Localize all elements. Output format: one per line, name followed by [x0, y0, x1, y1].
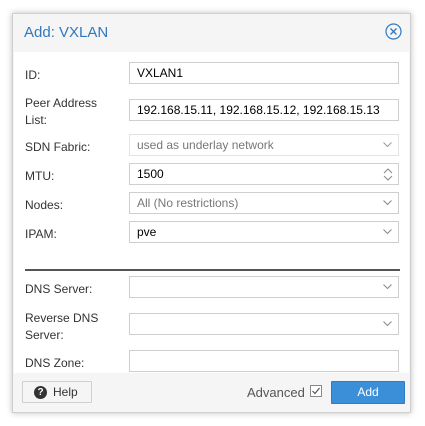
add-vxlan-dialog: Add: VXLAN ID: VXLAN1 Peer Address List:… — [12, 13, 411, 413]
chevron-down-icon[interactable] — [383, 229, 392, 235]
ipam-value: pve — [137, 225, 157, 239]
peer-address-list-value: 192.168.15.11, 192.168.15.12, 192.168.15… — [137, 103, 380, 117]
ipam-label: IPAM: — [25, 227, 57, 241]
help-button[interactable]: ? Help — [22, 381, 92, 403]
close-icon[interactable] — [385, 23, 402, 40]
section-divider — [25, 269, 400, 271]
help-button-label: Help — [53, 385, 78, 399]
peer-address-label-line2: List: — [25, 113, 48, 127]
spinner-arrows-icon[interactable] — [383, 167, 393, 182]
id-value: VXLAN1 — [137, 66, 184, 80]
dialog-footer: ? Help Advanced Add — [13, 373, 410, 412]
dns-server-label: DNS Server: — [25, 282, 93, 296]
dialog-header: Add: VXLAN — [13, 14, 410, 52]
sdn-fabric-label: SDN Fabric: — [25, 140, 91, 154]
dns-server-select[interactable] — [129, 276, 399, 298]
chevron-down-icon[interactable] — [383, 321, 392, 327]
chevron-down-icon[interactable] — [383, 142, 392, 148]
mtu-label: MTU: — [25, 169, 55, 183]
dialog-title: Add: VXLAN — [24, 24, 109, 41]
nodes-label: Nodes: — [25, 198, 64, 212]
nodes-select[interactable]: All (No restrictions) — [129, 192, 399, 214]
sdn-fabric-value: used as underlay network — [137, 138, 274, 152]
id-input[interactable]: VXLAN1 — [129, 62, 399, 84]
advanced-checkbox[interactable] — [310, 385, 322, 397]
dns-zone-input[interactable] — [129, 350, 399, 372]
ipam-select[interactable]: pve — [129, 221, 399, 243]
dns-zone-label: DNS Zone: — [25, 356, 85, 370]
question-circle-icon: ? — [34, 386, 47, 399]
chevron-down-icon[interactable] — [383, 284, 392, 290]
reverse-dns-server-label: Reverse DNS Server: — [25, 311, 98, 342]
peer-address-label-line1: Peer Address — [25, 96, 98, 110]
advanced-label: Advanced — [247, 385, 305, 400]
add-button[interactable]: Add — [331, 381, 405, 404]
reverse-dns-label-line2: Server: — [25, 328, 64, 342]
id-label: ID: — [25, 68, 41, 82]
checkmark-icon — [312, 387, 320, 395]
mtu-spinner[interactable]: 1500 — [129, 163, 399, 185]
reverse-dns-server-select[interactable] — [129, 313, 399, 335]
dialog-body: ID: VXLAN1 Peer Address List: 192.168.15… — [14, 52, 409, 384]
sdn-fabric-select[interactable]: used as underlay network — [129, 134, 399, 156]
mtu-value: 1500 — [137, 167, 164, 181]
reverse-dns-label-line1: Reverse DNS — [25, 311, 99, 325]
peer-address-list-input[interactable]: 192.168.15.11, 192.168.15.12, 192.168.15… — [129, 99, 399, 121]
nodes-value: All (No restrictions) — [137, 196, 239, 210]
chevron-down-icon[interactable] — [383, 200, 392, 206]
peer-address-list-label: Peer Address List: — [25, 96, 97, 127]
